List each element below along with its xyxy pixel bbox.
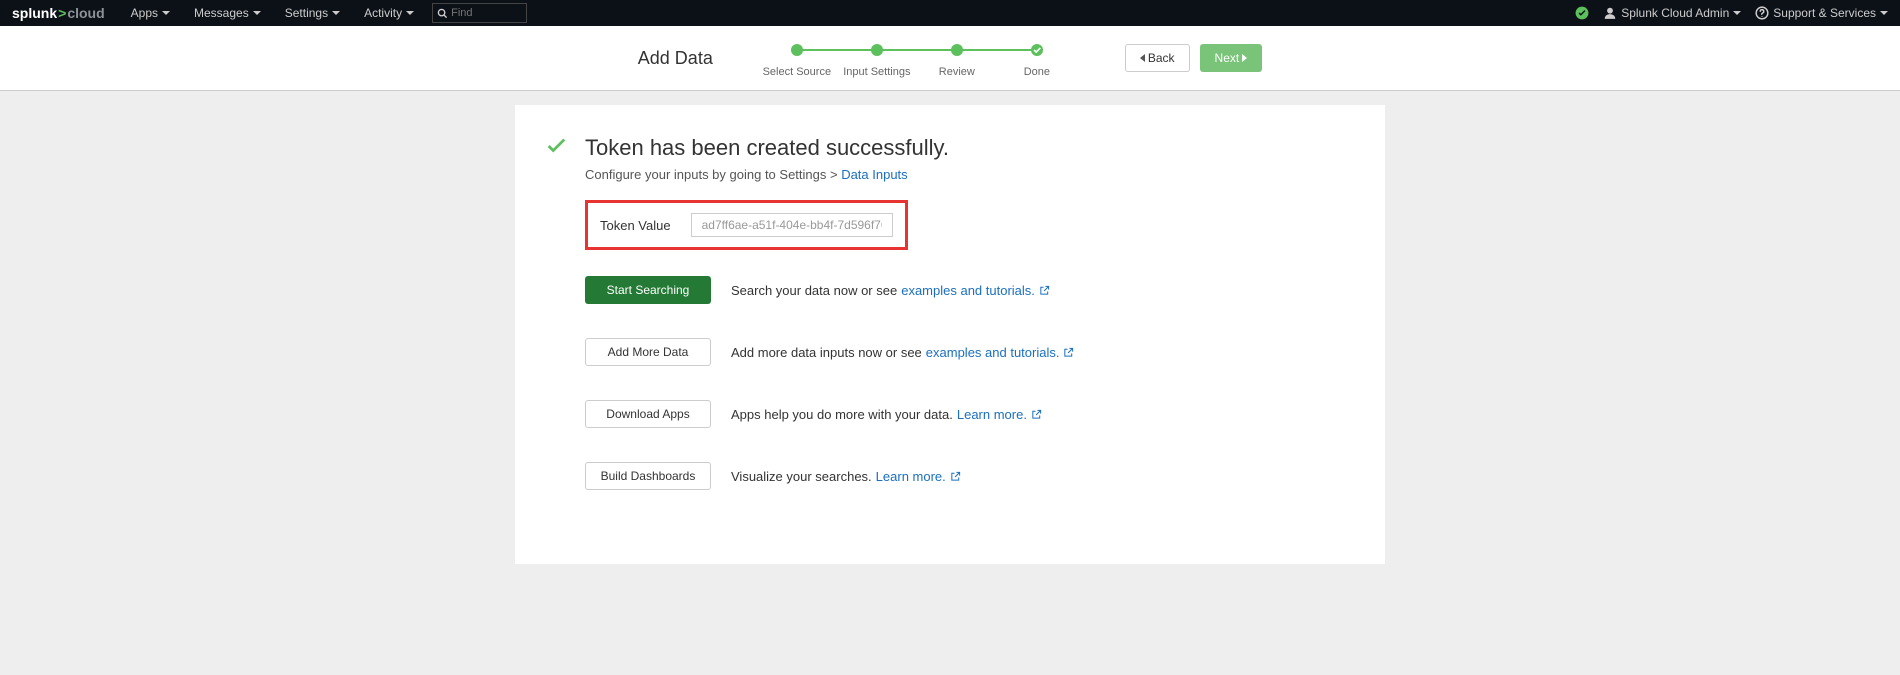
- logo-chevron-icon: >: [58, 5, 66, 21]
- nav-settings[interactable]: Settings: [273, 0, 352, 26]
- action-desc-prefix: Search your data now or see: [731, 283, 897, 298]
- token-label: Token Value: [600, 218, 671, 233]
- wizard-title: Add Data: [638, 48, 713, 69]
- step-label: Select Source: [763, 66, 831, 78]
- success-sub-prefix: Configure your inputs by going to Settin…: [585, 167, 841, 182]
- step-label: Done: [1024, 66, 1050, 78]
- top-navigation: splunk>cloud Apps Messages Settings Acti…: [0, 0, 1900, 26]
- content-card: Token has been created successfully. Con…: [515, 105, 1385, 564]
- logo-text-2: cloud: [67, 5, 104, 21]
- user-label: Splunk Cloud Admin: [1621, 6, 1729, 20]
- action-description: Visualize your searches. Learn more.: [731, 469, 961, 484]
- wizard-steps: Select Source Input Settings Review Done: [757, 38, 1077, 78]
- step-label: Review: [939, 66, 975, 78]
- step-dot-icon: [791, 44, 803, 56]
- action-row: Build Dashboards Visualize your searches.…: [585, 462, 1355, 490]
- success-title: Token has been created successfully.: [585, 135, 949, 161]
- nav-messages[interactable]: Messages: [182, 0, 273, 26]
- next-label: Next: [1215, 51, 1240, 65]
- chevron-left-icon: [1140, 54, 1145, 62]
- wizard-inner: Add Data Select Source Input Settings Re…: [638, 38, 1262, 78]
- nav-settings-label: Settings: [285, 6, 328, 20]
- content-wrap: Token has been created successfully. Con…: [0, 91, 1900, 564]
- caret-down-icon: [332, 11, 340, 15]
- step-line: [797, 49, 877, 51]
- action-row: Add More Data Add more data inputs now or…: [585, 338, 1355, 366]
- action-button-start-searching[interactable]: Start Searching: [585, 276, 711, 304]
- step-input-settings: Input Settings: [837, 38, 917, 78]
- token-value-input[interactable]: [691, 213, 893, 237]
- caret-down-icon: [253, 11, 261, 15]
- external-link-icon: [1063, 347, 1074, 358]
- user-icon: [1603, 6, 1617, 20]
- action-description: Search your data now or see examples and…: [731, 283, 1050, 298]
- caret-down-icon: [406, 11, 414, 15]
- support-menu[interactable]: Support & Services: [1755, 0, 1888, 26]
- data-inputs-link[interactable]: Data Inputs: [841, 167, 908, 182]
- external-link-icon: [1031, 409, 1042, 420]
- back-button[interactable]: Back: [1125, 44, 1190, 72]
- step-done: Done: [997, 38, 1077, 78]
- step-dot-icon: [951, 44, 963, 56]
- action-desc-prefix: Add more data inputs now or see: [731, 345, 922, 360]
- search-input[interactable]: [451, 7, 516, 19]
- back-label: Back: [1148, 51, 1175, 65]
- action-description: Apps help you do more with your data. Le…: [731, 407, 1042, 422]
- topnav-left: splunk>cloud Apps Messages Settings Acti…: [12, 0, 527, 26]
- action-desc-prefix: Apps help you do more with your data.: [731, 407, 953, 422]
- help-icon: [1755, 6, 1769, 20]
- action-link[interactable]: examples and tutorials.: [926, 345, 1060, 360]
- step-line: [877, 49, 957, 51]
- next-button[interactable]: Next: [1200, 44, 1263, 72]
- search-box[interactable]: [432, 3, 527, 23]
- nav-apps[interactable]: Apps: [119, 0, 182, 26]
- step-label: Input Settings: [843, 66, 910, 78]
- action-row: Start Searching Search your data now or s…: [585, 276, 1355, 304]
- external-link-icon: [950, 471, 961, 482]
- caret-down-icon: [162, 11, 170, 15]
- token-value-highlight: Token Value: [585, 200, 908, 250]
- action-button-download-apps[interactable]: Download Apps: [585, 400, 711, 428]
- logo[interactable]: splunk>cloud: [12, 5, 105, 21]
- caret-down-icon: [1733, 11, 1741, 15]
- action-button-build-dashboards[interactable]: Build Dashboards: [585, 462, 711, 490]
- step-dot-icon: [871, 44, 883, 56]
- support-label: Support & Services: [1773, 6, 1876, 20]
- nav-activity-label: Activity: [364, 6, 402, 20]
- step-review: Review: [917, 38, 997, 78]
- chevron-right-icon: [1242, 54, 1247, 62]
- action-description: Add more data inputs now or see examples…: [731, 345, 1074, 360]
- success-header: Token has been created successfully. Con…: [545, 135, 1355, 182]
- user-menu[interactable]: Splunk Cloud Admin: [1603, 0, 1741, 26]
- action-link[interactable]: examples and tutorials.: [901, 283, 1035, 298]
- wizard-bar: Add Data Select Source Input Settings Re…: [0, 26, 1900, 91]
- step-select-source: Select Source: [757, 38, 837, 78]
- search-icon: [437, 8, 448, 19]
- caret-down-icon: [1880, 11, 1888, 15]
- action-link[interactable]: Learn more.: [957, 407, 1027, 422]
- action-row: Download Apps Apps help you do more with …: [585, 400, 1355, 428]
- nav-messages-label: Messages: [194, 6, 249, 20]
- external-link-icon: [1039, 285, 1050, 296]
- step-done-icon: [1031, 44, 1043, 56]
- success-subtitle: Configure your inputs by going to Settin…: [585, 167, 949, 182]
- action-button-add-more-data[interactable]: Add More Data: [585, 338, 711, 366]
- logo-text-1: splunk: [12, 5, 57, 21]
- nav-activity[interactable]: Activity: [352, 0, 426, 26]
- action-desc-prefix: Visualize your searches.: [731, 469, 872, 484]
- step-line: [957, 49, 1037, 51]
- wizard-buttons: Back Next: [1125, 44, 1262, 72]
- status-ok-icon[interactable]: [1575, 6, 1589, 20]
- success-check-icon: [545, 135, 567, 160]
- topnav-right: Splunk Cloud Admin Support & Services: [1575, 0, 1888, 26]
- nav-apps-label: Apps: [131, 6, 158, 20]
- action-link[interactable]: Learn more.: [876, 469, 946, 484]
